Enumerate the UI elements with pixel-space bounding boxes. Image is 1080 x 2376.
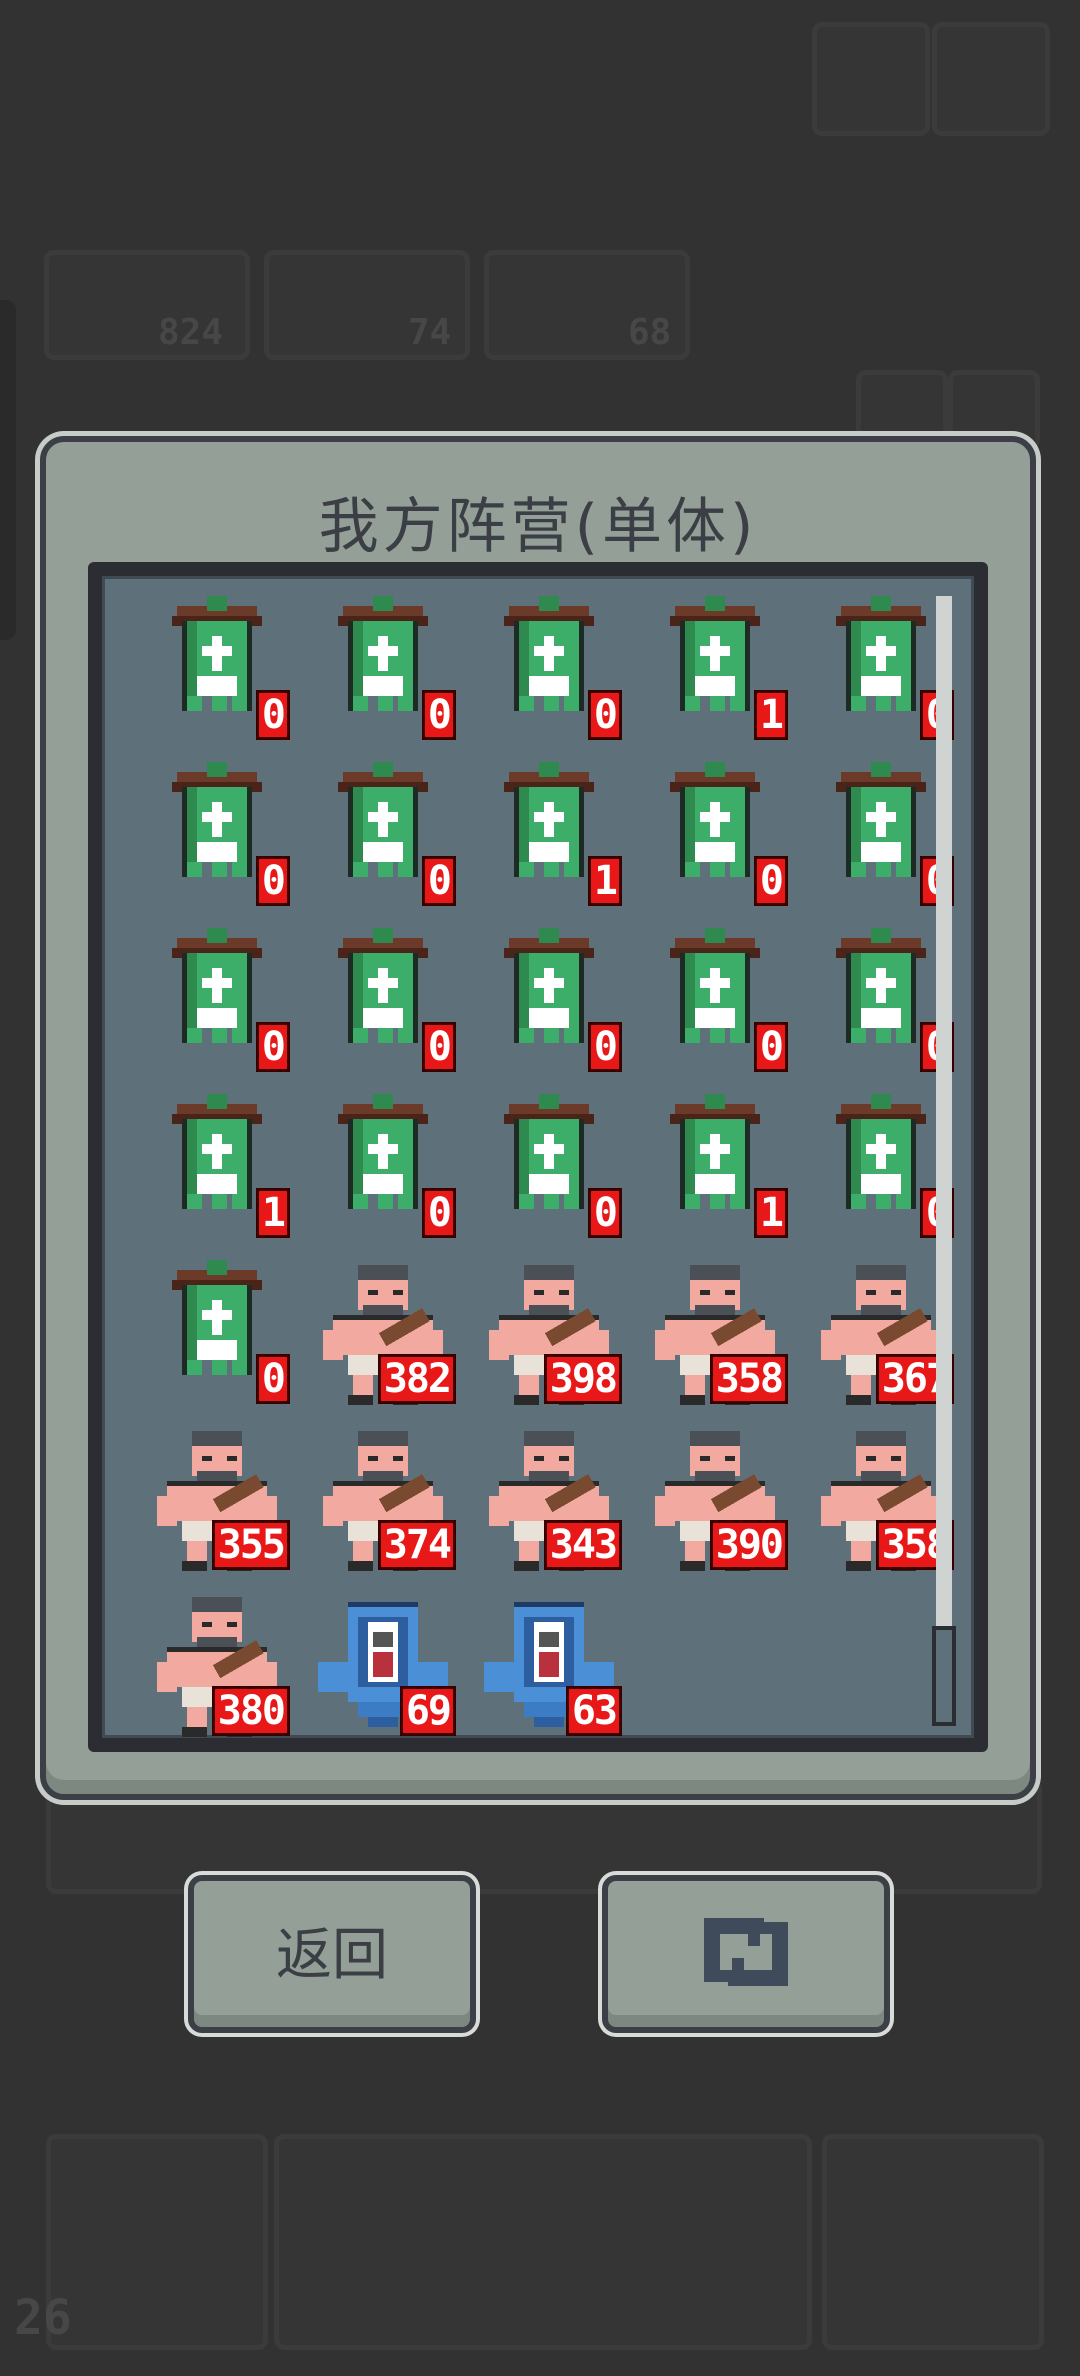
barbarian-unit-slot[interactable]: 343 <box>474 1426 624 1576</box>
banner-unit-slot[interactable]: 0 <box>806 596 956 746</box>
unit-count-badge: 0 <box>587 1022 622 1072</box>
unit-count-badge: 1 <box>587 856 622 906</box>
unit-count-badge: 0 <box>255 1022 290 1072</box>
banner-unit-slot[interactable]: 0 <box>806 928 956 1078</box>
unit-count-badge: 0 <box>587 1188 622 1238</box>
barbarian-unit-slot[interactable]: 390 <box>640 1426 790 1576</box>
banner-unit-slot[interactable]: 1 <box>640 596 790 746</box>
army-modal: 我方阵营(单体) 0 0 0 1 0 0 1 0 0 0 0 0 1 0 0 1… <box>40 436 1036 1800</box>
unit-count-badge: 0 <box>421 1022 456 1072</box>
unit-count-badge: 390 <box>709 1520 788 1570</box>
unit-count-badge: 380 <box>211 1686 290 1736</box>
unit-count-badge: 1 <box>255 1188 290 1238</box>
banner-unit-slot[interactable]: 0 <box>308 762 458 912</box>
unit-count-badge: 355 <box>211 1520 290 1570</box>
barbarian-unit-slot[interactable]: 358 <box>806 1426 956 1576</box>
banner-unit-slot[interactable]: 0 <box>806 762 956 912</box>
bg-resource-count-3: 68 <box>628 312 672 353</box>
barbarian-unit-slot[interactable]: 374 <box>308 1426 458 1576</box>
barbarian-unit-slot[interactable]: 380 <box>142 1592 292 1742</box>
barbarian-unit-slot[interactable]: 382 <box>308 1260 458 1410</box>
banner-unit-slot[interactable]: 0 <box>806 1094 956 1244</box>
bg-side-tab[interactable] <box>0 300 16 640</box>
bg-resource-count-1: 824 <box>158 312 224 353</box>
banner-unit-slot[interactable]: 0 <box>308 1094 458 1244</box>
banner-unit-slot[interactable]: 0 <box>474 596 624 746</box>
banner-unit-slot[interactable]: 0 <box>640 928 790 1078</box>
banner-unit-slot[interactable]: 0 <box>474 928 624 1078</box>
bg-wait-button[interactable] <box>274 2134 812 2350</box>
unit-count-badge: 0 <box>255 690 290 740</box>
bg-hero-button[interactable] <box>822 2134 1044 2350</box>
unit-count-badge: 0 <box>587 690 622 740</box>
banner-unit-slot[interactable]: 0 <box>142 1260 292 1410</box>
unit-count-badge: 0 <box>753 1022 788 1072</box>
unit-count-badge: 0 <box>421 856 456 906</box>
barbarian-unit-slot[interactable]: 358 <box>640 1260 790 1410</box>
bg-settings-button[interactable] <box>812 22 930 136</box>
unit-count-badge: 398 <box>543 1354 622 1404</box>
banner-unit-slot[interactable]: 0 <box>308 928 458 1078</box>
scrollbar[interactable] <box>932 596 956 1726</box>
bg-resource-count-2: 74 <box>408 312 452 353</box>
banner-unit-slot[interactable]: 1 <box>640 1094 790 1244</box>
unit-count-badge: 1 <box>753 1188 788 1238</box>
refresh-button[interactable] <box>602 1875 890 2033</box>
back-button[interactable]: 返回 <box>188 1875 476 2033</box>
unit-grid-panel[interactable]: 0 0 0 1 0 0 1 0 0 0 0 0 1 0 0 1 0 382 39… <box>88 562 988 1752</box>
unit-count-badge: 0 <box>255 856 290 906</box>
banner-unit-slot[interactable]: 0 <box>142 762 292 912</box>
banner-unit-slot[interactable]: 0 <box>474 1094 624 1244</box>
unit-count-badge: 0 <box>421 1188 456 1238</box>
barbarian-unit-slot[interactable]: 398 <box>474 1260 624 1410</box>
shrine-unit-slot[interactable]: 63 <box>474 1592 624 1742</box>
unit-count-badge: 0 <box>421 690 456 740</box>
banner-unit-slot[interactable]: 1 <box>142 1094 292 1244</box>
back-button-label: 返回 <box>276 1922 388 1988</box>
unit-count-badge: 0 <box>255 1354 290 1404</box>
unit-count-badge: 343 <box>543 1520 622 1570</box>
banner-unit-slot[interactable]: 0 <box>142 928 292 1078</box>
unit-count-badge: 374 <box>377 1520 456 1570</box>
unit-count-badge: 382 <box>377 1354 456 1404</box>
banner-unit-slot[interactable]: 1 <box>474 762 624 912</box>
barbarian-unit-slot[interactable]: 367 <box>806 1260 956 1410</box>
banner-unit-slot[interactable]: 0 <box>142 596 292 746</box>
bg-attack-button[interactable] <box>46 2134 268 2350</box>
bg-menu-button[interactable] <box>932 22 1050 136</box>
unit-count-badge: 0 <box>753 856 788 906</box>
banner-unit-slot[interactable]: 0 <box>640 762 790 912</box>
shrine-unit-slot[interactable]: 69 <box>308 1592 458 1742</box>
modal-title: 我方阵营(单体) <box>318 492 758 562</box>
refresh-icon <box>688 1909 804 1999</box>
unit-count-badge: 358 <box>709 1354 788 1404</box>
banner-unit-slot[interactable]: 0 <box>308 596 458 746</box>
bg-turn-count: 26 <box>14 2290 72 2346</box>
unit-count-badge: 63 <box>565 1686 622 1736</box>
unit-count-badge: 69 <box>399 1686 456 1736</box>
scrollbar-thumb[interactable] <box>932 1626 956 1726</box>
barbarian-unit-slot[interactable]: 355 <box>142 1426 292 1576</box>
unit-count-badge: 1 <box>753 690 788 740</box>
